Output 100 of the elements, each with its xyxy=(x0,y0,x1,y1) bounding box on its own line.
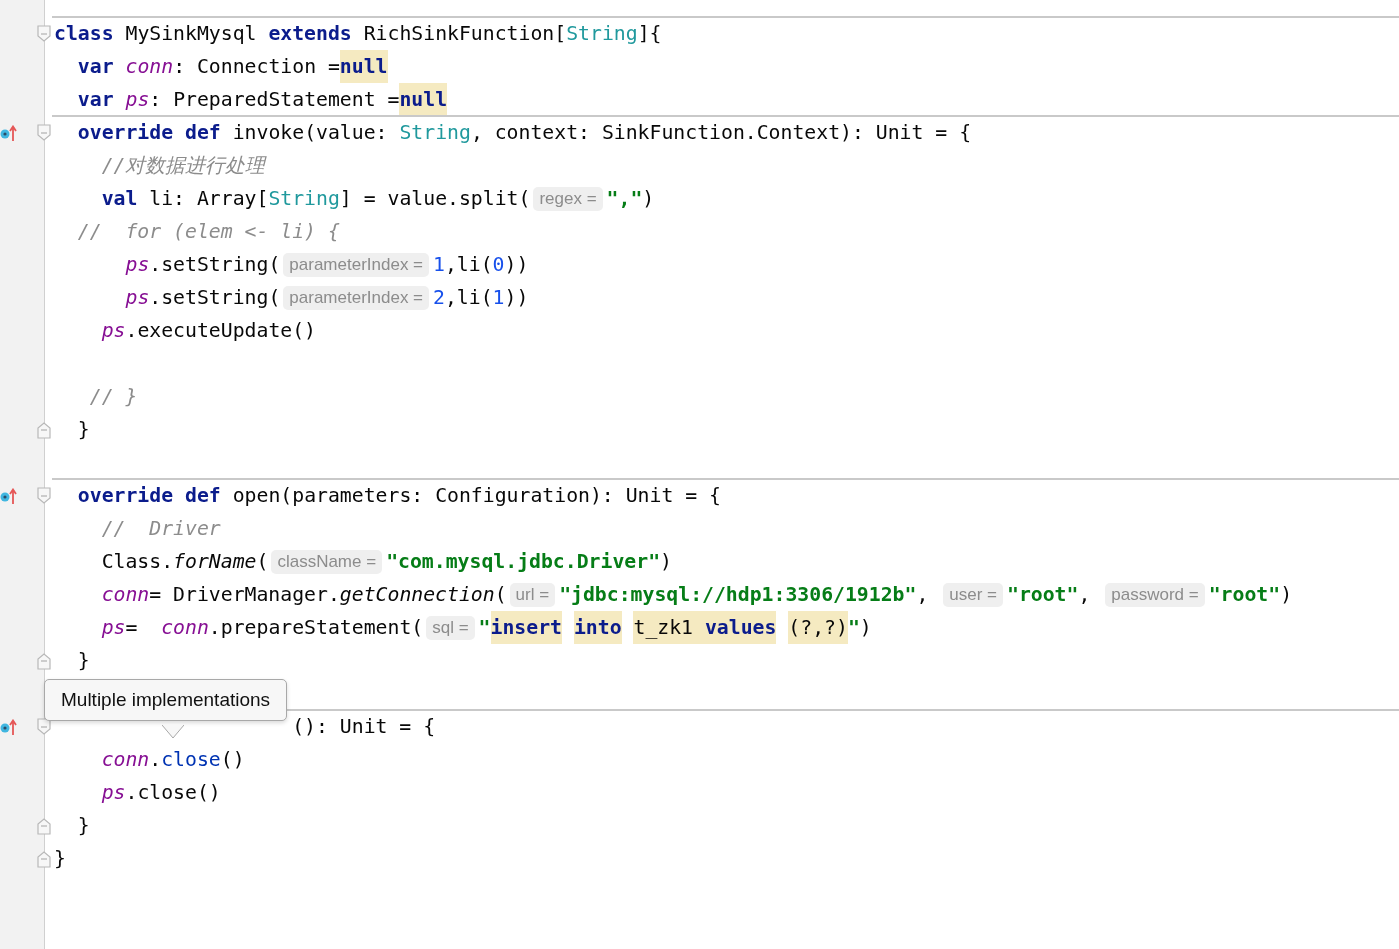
number-literal: 1 xyxy=(433,253,445,276)
code-text: } xyxy=(77,649,90,672)
code-text: , xyxy=(916,583,930,606)
fold-icon[interactable] xyxy=(37,124,51,142)
parameter-hint: className = xyxy=(271,549,383,574)
code-text: ) xyxy=(642,187,655,210)
parameter-hint: parameterIndex = xyxy=(283,285,430,310)
string-literal: "com.mysql.jdbc.Driver" xyxy=(386,550,661,573)
parameter-hint: user = xyxy=(943,582,1003,607)
code-text: Class. xyxy=(101,550,174,573)
tooltip-arrow xyxy=(162,725,184,739)
code-keyword: values xyxy=(704,611,777,644)
fold-icon[interactable] xyxy=(37,487,51,505)
code-text: invoke(value: xyxy=(232,121,389,144)
code-comment: // for (elem <- li) { xyxy=(77,220,340,243)
code-text: , context: SinkFunction.Context): Unit = { xyxy=(470,121,972,144)
method-name: close xyxy=(161,748,221,771)
type-name: String xyxy=(399,121,471,144)
code-keyword: null xyxy=(399,83,448,116)
code-keyword: var xyxy=(77,88,114,111)
fold-icon[interactable] xyxy=(37,421,51,439)
string-literal: "root" xyxy=(1007,583,1079,606)
code-text: } xyxy=(77,418,90,441)
field-name: ps xyxy=(101,319,126,342)
code-comment: // } xyxy=(89,385,138,408)
code-text: ]{ xyxy=(637,22,662,45)
code-comment: //对数据进行处理 xyxy=(101,153,266,179)
override-icon[interactable] xyxy=(0,488,18,504)
code-text: MySinkMysql xyxy=(125,22,258,45)
code-text: : Connection = xyxy=(173,55,340,78)
code-keyword: override def xyxy=(77,484,221,507)
override-icon[interactable] xyxy=(0,125,18,141)
field-name: ps xyxy=(101,781,126,804)
fold-icon[interactable] xyxy=(37,850,51,868)
string-literal: "," xyxy=(606,187,643,210)
code-keyword: val xyxy=(101,187,138,210)
code-keyword: insert xyxy=(490,611,562,644)
field-name: conn xyxy=(101,748,150,771)
fold-icon[interactable] xyxy=(37,718,51,736)
code-keyword: null xyxy=(339,50,388,83)
field-name: ps xyxy=(125,88,150,111)
code-text: )) xyxy=(504,253,529,276)
string-literal: " xyxy=(847,616,860,639)
code-text: li: Array[ xyxy=(149,187,269,210)
code-text: ] = value.split( xyxy=(339,187,531,210)
code-text: (): Unit = { xyxy=(292,715,436,738)
code-text: , xyxy=(1078,583,1092,606)
parameter-hint: password = xyxy=(1105,582,1205,607)
code-text: ) xyxy=(1280,583,1293,606)
code-text: )) xyxy=(504,286,529,309)
number-literal: 1 xyxy=(492,286,505,309)
code-text: ,li( xyxy=(444,253,493,276)
code-text: .setString( xyxy=(149,253,281,276)
code-text: } xyxy=(77,814,90,837)
tooltip: Multiple implementations xyxy=(44,679,288,721)
fold-icon[interactable] xyxy=(37,25,51,43)
code-text: . xyxy=(149,748,162,771)
code-keyword: var xyxy=(77,55,114,78)
field-name: conn xyxy=(101,583,150,606)
code-text: .close() xyxy=(125,781,221,804)
code-text: (?,?) xyxy=(788,611,848,644)
fold-icon[interactable] xyxy=(37,652,51,670)
code-text: t_zk1 xyxy=(633,611,705,644)
code-text: RichSinkFunction[ xyxy=(363,22,567,45)
parameter-hint: url = xyxy=(509,582,556,607)
code-text: .executeUpdate() xyxy=(125,319,317,342)
parameter-hint: sql = xyxy=(426,615,475,640)
override-icon[interactable] xyxy=(0,719,18,735)
string-literal: "root" xyxy=(1208,583,1281,606)
field-name: ps xyxy=(125,286,150,309)
code-text: ) xyxy=(859,616,872,639)
type-name: String xyxy=(268,187,340,210)
method-name: forName xyxy=(173,550,257,573)
code-text: ) xyxy=(660,550,672,573)
code-keyword: extends xyxy=(268,22,352,45)
code-text: ( xyxy=(256,550,269,573)
code-text: ( xyxy=(494,583,507,606)
method-name: getConnection xyxy=(339,583,495,606)
string-literal: "jdbc:mysql://hdp1:3306/1912b" xyxy=(559,583,917,606)
type-name: String xyxy=(566,22,638,45)
field-name: conn xyxy=(161,616,209,639)
code-keyword: override def xyxy=(77,121,221,144)
code-keyword: class xyxy=(54,22,114,45)
field-name: conn xyxy=(125,55,174,78)
fold-icon[interactable] xyxy=(37,817,51,835)
field-name: ps xyxy=(125,253,150,276)
code-text: .prepareStatement( xyxy=(208,616,424,639)
code-text: : PreparedStatement = xyxy=(149,88,400,111)
code-text: open(parameters: Configuration): Unit = { xyxy=(232,484,721,507)
code-text: .setString( xyxy=(149,286,281,309)
code-text: = DriverManager. xyxy=(149,583,340,606)
string-literal: " xyxy=(478,616,491,639)
parameter-hint: regex = xyxy=(533,186,603,211)
parameter-hint: parameterIndex = xyxy=(283,252,430,277)
code-keyword: into xyxy=(573,611,622,644)
number-literal: 0 xyxy=(492,253,505,276)
field-name: ps xyxy=(101,616,126,639)
code-text: ,li( xyxy=(444,286,493,309)
code-text: = xyxy=(125,616,139,639)
number-literal: 2 xyxy=(433,286,445,309)
